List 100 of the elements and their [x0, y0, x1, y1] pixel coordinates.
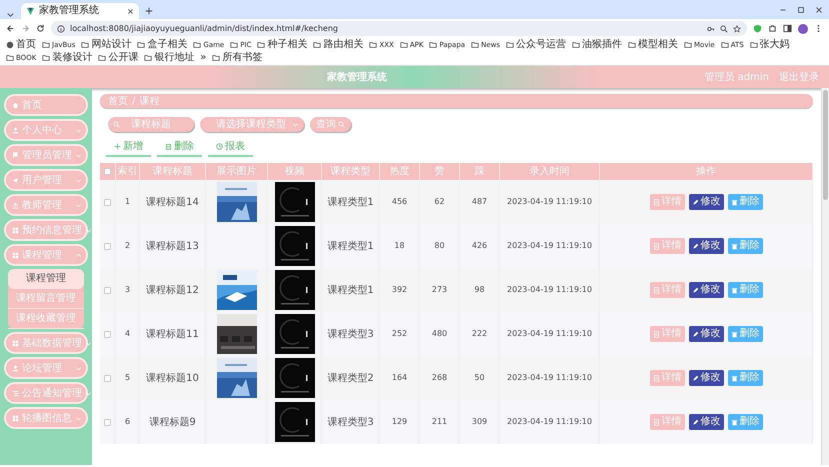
tab-title: 家教管理系统: [39, 6, 100, 16]
row-checkbox[interactable]: [104, 198, 111, 206]
trash-icon: [730, 330, 738, 338]
trash-icon: [730, 286, 738, 294]
edit-button[interactable]: 修改: [688, 282, 724, 298]
table-cell: 2023-04-19 11:19:10: [500, 356, 600, 400]
url-text: localhost:8080/jiajiaoyuyueguanli/admin/dist/index.html#/kecheng: [70, 22, 339, 34]
edit-button[interactable]: 修改: [688, 414, 724, 430]
edit-button[interactable]: 修改: [688, 370, 724, 386]
globe-icon: [6, 41, 14, 49]
table-cell: 426: [460, 224, 500, 268]
search-icon: [113, 121, 120, 128]
pencil-icon: [692, 418, 698, 426]
puzzle-icon[interactable]: [768, 24, 777, 33]
search-field[interactable]: 课程标题: [108, 117, 194, 132]
table-cell: 222: [460, 312, 500, 356]
grid-icon: [12, 340, 19, 346]
grid-icon: [12, 252, 19, 258]
bookmark[interactable]: 银行地址: [144, 52, 194, 64]
scrollbar[interactable]: [821, 88, 829, 465]
table-cell: 50: [460, 356, 500, 400]
close-icon[interactable]: [815, 6, 823, 14]
app-title: 家教管理系统: [327, 70, 388, 84]
maximize-icon[interactable]: [797, 6, 805, 14]
bank-icon: [12, 202, 19, 208]
pencil-icon: [692, 286, 698, 294]
column-header: 课程类型: [330, 164, 370, 179]
table-cell: 2023-04-19 11:19:10: [500, 400, 600, 444]
video-player-drawing: [274, 182, 314, 222]
type-select[interactable]: 请选择课程类型: [200, 117, 304, 132]
row-checkbox[interactable]: [104, 286, 111, 294]
submenu-item[interactable]: 课程管理: [8, 269, 84, 289]
table-cell: 98: [460, 268, 500, 312]
row-checkbox[interactable]: [104, 418, 111, 426]
address-bar[interactable]: localhost:8080/jiajiaoyuyueguanli/admin/dist/index.html#/kecheng: [51, 21, 747, 36]
list-icon: [12, 390, 19, 396]
trash-icon: [730, 374, 738, 382]
pencil-icon: [692, 198, 698, 206]
folder-icon: [369, 41, 378, 49]
table-cell: 课程标题12: [140, 268, 206, 312]
table-cell: 2023-04-19 11:19:10: [500, 268, 600, 312]
table-cell: 2: [116, 224, 140, 268]
bookmark[interactable]: 模型相关: [628, 39, 678, 51]
bookmark[interactable]: 装修设计: [42, 52, 92, 64]
select-all-checkbox[interactable]: [104, 168, 111, 175]
table-cell: 480: [420, 312, 460, 356]
table-cell: 课程类型1: [322, 180, 380, 224]
clock-icon: [216, 143, 223, 150]
edit-button[interactable]: 修改: [688, 238, 724, 254]
flag-icon: [12, 152, 19, 158]
bookmark[interactable]: 张大妈: [750, 39, 790, 51]
trash-icon: [165, 143, 172, 150]
bookmark[interactable]: 盒子相关: [137, 39, 188, 51]
edit-button[interactable]: 修改: [688, 194, 724, 210]
home-icon: [12, 102, 19, 108]
bookmark[interactable]: 油猴插件: [572, 39, 622, 51]
row-checkbox[interactable]: [104, 330, 111, 338]
reload-icon[interactable]: [36, 24, 45, 33]
table-cell: 课程类型3: [322, 312, 380, 356]
table-cell: 211: [420, 400, 460, 444]
edit-button[interactable]: 修改: [688, 326, 724, 342]
table-cell: 2023-04-19 11:19:10: [500, 180, 600, 224]
row-checkbox[interactable]: [104, 242, 111, 250]
column-header: 展示图片: [216, 164, 256, 179]
new-tab-icon[interactable]: [145, 7, 153, 15]
close-icon[interactable]: [127, 8, 134, 14]
row-checkbox[interactable]: [104, 374, 111, 382]
bookmark[interactable]: 公开课: [98, 52, 138, 64]
user-name: 管理员 admin: [704, 70, 769, 84]
table-cell: 164: [380, 356, 420, 400]
back-icon[interactable]: [6, 24, 15, 33]
pencil-icon: [692, 242, 698, 250]
profile-avatar[interactable]: [798, 24, 808, 34]
table-cell: 3: [116, 268, 140, 312]
table-cell: 5: [116, 356, 140, 400]
table-cell: 80: [420, 224, 460, 268]
table-cell: 268: [420, 356, 460, 400]
key-icon[interactable]: [707, 24, 715, 32]
video-player-drawing: [274, 270, 314, 310]
video-player-drawing: [274, 226, 314, 266]
table-cell: 课程类型2: [322, 356, 380, 400]
table-cell: 课程标题11: [140, 312, 206, 356]
folder-icon: [572, 41, 580, 49]
folder-icon: [720, 41, 729, 49]
star-icon[interactable]: [733, 24, 741, 32]
grid-icon: [12, 226, 19, 234]
table-cell: 课程类型1: [322, 268, 380, 312]
bookmark[interactable]: 路由相关: [313, 39, 364, 51]
all-bookmarks[interactable]: 所有书签: [212, 52, 262, 64]
bookmark[interactable]: 首页: [6, 39, 36, 51]
side-panel-icon[interactable]: [783, 24, 792, 33]
bookmark[interactable]: 公众号运营: [506, 39, 566, 51]
scrollbar-thumb[interactable]: [823, 90, 828, 200]
browser-tab[interactable]: 家教管理系统: [21, 3, 139, 19]
zoom-icon[interactable]: [720, 24, 728, 32]
pencil-icon: [692, 374, 698, 382]
table-cell: 456: [380, 180, 420, 224]
bookmark[interactable]: 种子相关: [257, 39, 308, 51]
bookmark[interactable]: 网站设计: [81, 39, 132, 51]
more-bookmarks-button[interactable]: »: [200, 52, 206, 64]
